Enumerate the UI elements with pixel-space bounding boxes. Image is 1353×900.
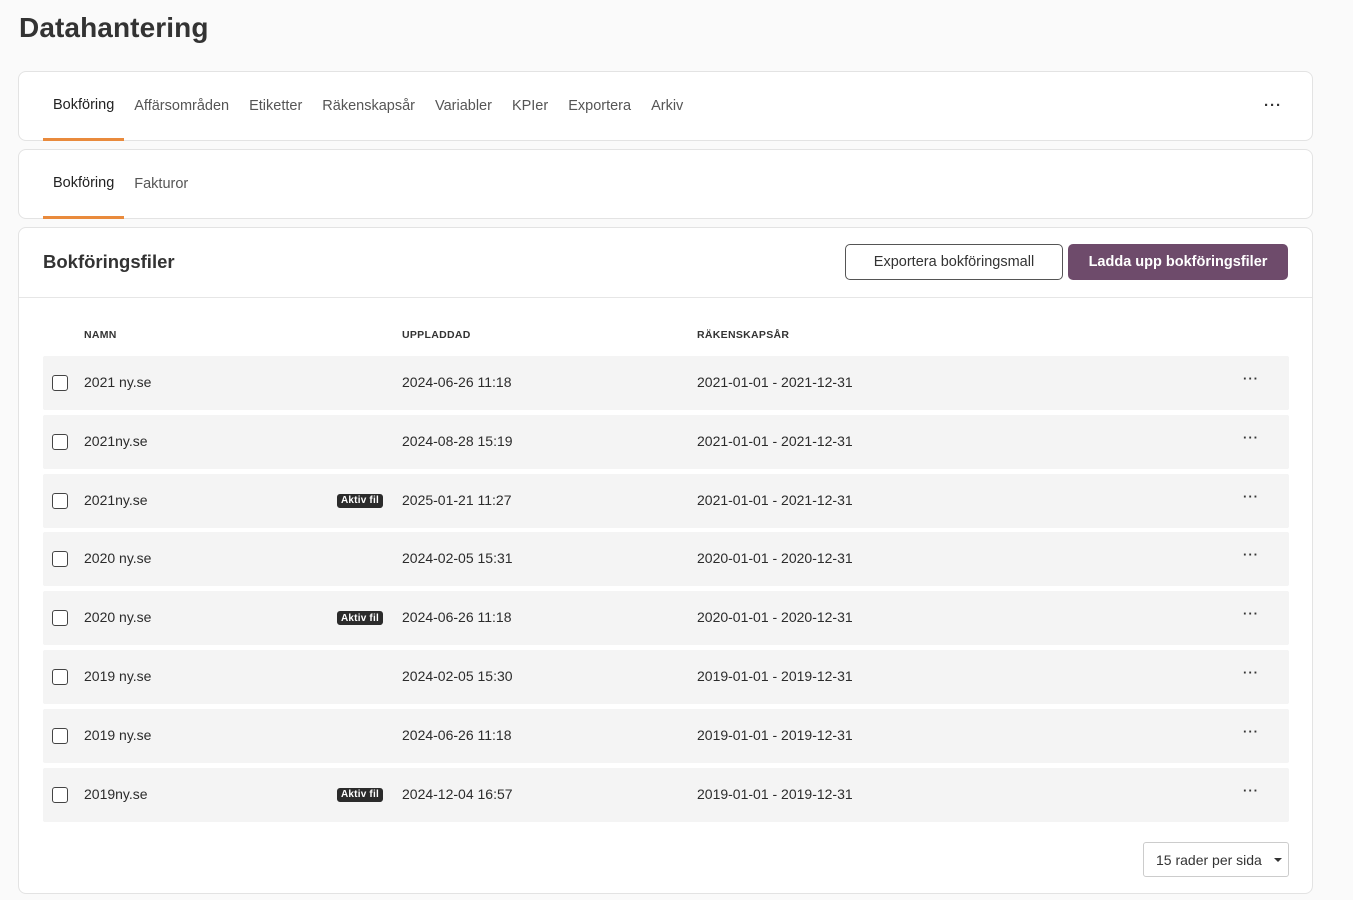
column-header-uploaded[interactable]: UPPLADDAD: [402, 329, 471, 341]
row-more-options-icon[interactable]: ···: [1243, 606, 1259, 621]
table-row: 2020 ny.se Aktiv fil 2024-06-26 11:18 2020-…: [43, 591, 1289, 646]
active-file-badge: Aktiv fil: [337, 493, 383, 508]
uploaded-date: 2024-06-26 11:18: [402, 726, 512, 743]
uploaded-date: 2025-01-21 11:27: [402, 491, 512, 508]
fiscal-year: 2020-01-01 - 2020-12-31: [697, 550, 853, 567]
fiscal-year: 2019-01-01 - 2019-12-31: [697, 667, 853, 684]
subtab-0[interactable]: Bokföring: [43, 150, 125, 219]
file-name: 2020 ny.se: [84, 550, 152, 567]
uploaded-date: 2024-02-05 15:30: [402, 667, 513, 684]
export-template-button[interactable]: Exportera bokföringsmall: [845, 244, 1063, 280]
tab-0[interactable]: Bokföring: [43, 72, 125, 141]
main-tabs: Bokföring Affärsområden Etiketter Räkenskap…: [43, 72, 693, 141]
table-row: 2020 ny.se 2024-02-05 15:31 2020-01-01 - 2…: [43, 532, 1289, 587]
uploaded-date: 2024-02-05 15:31: [402, 550, 513, 567]
table-row: 2019ny.se Aktiv fil 2024-12-04 16:57 2019-0…: [43, 767, 1289, 822]
file-name: 2021 ny.se: [84, 374, 152, 390]
files-header: Bokföringsfiler Exportera bokföringsmall…: [19, 228, 1312, 298]
row-checkbox[interactable]: [52, 668, 68, 685]
tab-7[interactable]: Arkiv: [641, 72, 693, 141]
table-row: 2021ny.se 2024-08-28 15:19 2021-01-01 - 20…: [43, 414, 1289, 469]
column-header-name[interactable]: NAMN: [84, 329, 117, 341]
files-card: Bokföringsfiler Exportera bokföringsmall…: [18, 227, 1313, 894]
row-more-options-icon[interactable]: ···: [1243, 724, 1259, 739]
table-row: 2021ny.se Aktiv fil 2025-01-21 11:27 2021-0…: [43, 473, 1289, 528]
column-header-fiscal-year[interactable]: RÄKENSKAPSÅR: [697, 329, 789, 341]
fiscal-year: 2019-01-01 - 2019-12-31: [697, 726, 853, 743]
more-options-icon[interactable]: ···: [1264, 98, 1282, 113]
subtab-1[interactable]: Fakturor: [124, 150, 198, 219]
fiscal-year: 2021-01-01 - 2021-12-31: [697, 432, 853, 449]
table-body: 2021 ny.se 2024-06-26 11:18 2021-01-01 - 2…: [43, 356, 1289, 822]
row-checkbox[interactable]: [52, 786, 68, 803]
main-tabs-card: Bokföring Affärsområden Etiketter Räkenskap…: [18, 71, 1313, 141]
fiscal-year: 2019-01-01 - 2019-12-31: [697, 785, 853, 802]
rows-per-page-label: 15 rader per sida: [1156, 851, 1262, 868]
row-more-options-icon[interactable]: ···: [1243, 783, 1259, 798]
row-checkbox[interactable]: [52, 610, 68, 627]
sub-tabs: Bokföring Fakturor: [43, 150, 198, 219]
fiscal-year: 2021-01-01 - 2021-12-31: [697, 491, 853, 508]
uploaded-date: 2024-12-04 16:57: [402, 785, 513, 802]
row-checkbox[interactable]: [52, 492, 68, 509]
file-name: 2019 ny.se: [84, 667, 152, 684]
file-name: 2021ny.se: [84, 491, 148, 508]
file-name: 2019 ny.se: [84, 726, 152, 743]
row-checkbox[interactable]: [52, 727, 68, 744]
tab-5[interactable]: KPIer: [502, 72, 558, 141]
row-more-options-icon[interactable]: ···: [1243, 489, 1259, 504]
upload-files-button[interactable]: Ladda upp bokföringsfiler: [1068, 244, 1288, 280]
rows-per-page-select[interactable]: 15 rader per sida: [1143, 842, 1289, 877]
uploaded-date: 2024-08-28 15:19: [402, 432, 513, 449]
tab-2[interactable]: Etiketter: [239, 72, 312, 141]
page-title: Datahantering: [19, 12, 209, 43]
file-name: 2020 ny.se: [84, 609, 152, 626]
caret-down-icon: [1274, 858, 1282, 862]
table-row: 2019 ny.se 2024-02-05 15:30 2019-01-01 - 2…: [43, 649, 1289, 704]
table-row: 2019 ny.se 2024-06-26 11:18 2019-01-01 - 2…: [43, 708, 1289, 763]
sub-tabs-card: Bokföring Fakturor: [18, 149, 1313, 219]
row-more-options-icon[interactable]: ···: [1243, 430, 1259, 445]
files-table: NAMN UPPLADDAD RÄKENSKAPSÅR 2021 ny.se 20…: [43, 298, 1289, 826]
uploaded-date: 2024-06-26 11:18: [402, 374, 512, 390]
row-more-options-icon[interactable]: ···: [1243, 371, 1259, 386]
table-header: NAMN UPPLADDAD RÄKENSKAPSÅR: [43, 298, 1289, 356]
row-more-options-icon[interactable]: ···: [1243, 547, 1259, 562]
active-file-badge: Aktiv fil: [337, 611, 383, 626]
fiscal-year: 2021-01-01 - 2021-12-31: [697, 374, 853, 390]
uploaded-date: 2024-06-26 11:18: [402, 609, 512, 626]
table-row: 2021 ny.se 2024-06-26 11:18 2021-01-01 - 2…: [43, 356, 1289, 410]
tab-3[interactable]: Räkenskapsår: [312, 72, 425, 141]
row-more-options-icon[interactable]: ···: [1243, 665, 1259, 680]
fiscal-year: 2020-01-01 - 2020-12-31: [697, 609, 853, 626]
active-file-badge: Aktiv fil: [337, 787, 383, 802]
row-checkbox[interactable]: [52, 551, 68, 568]
row-checkbox[interactable]: [52, 433, 68, 450]
tab-6[interactable]: Exportera: [558, 72, 641, 141]
tab-1[interactable]: Affärsområden: [124, 72, 239, 141]
file-name: 2019ny.se: [84, 785, 148, 802]
tab-4[interactable]: Variabler: [425, 72, 502, 141]
file-name: 2021ny.se: [84, 432, 148, 449]
files-title: Bokföringsfiler: [43, 251, 175, 272]
row-checkbox[interactable]: [52, 375, 68, 391]
